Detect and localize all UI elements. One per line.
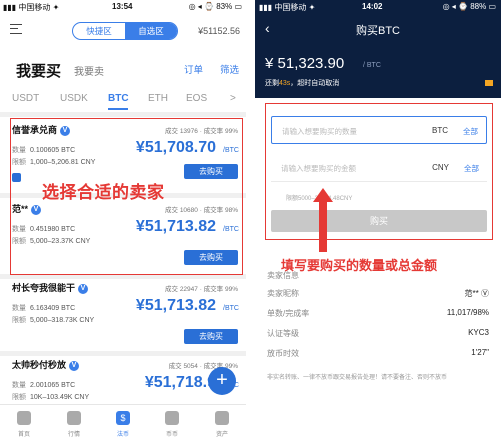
verified-icon: V [78, 283, 89, 294]
tab-eos[interactable]: EOS [186, 93, 207, 104]
tab-coin[interactable]: 币币 [152, 411, 192, 438]
annotation-text: 选择合适的卖家 [42, 183, 165, 202]
top-nav: 快捷区 自选区 ¥51152.56 [0, 18, 246, 44]
chart-icon [67, 411, 81, 425]
status-icons: ◎ ◂ ⌚ 83% ▭ [188, 2, 242, 11]
tab-market[interactable]: 行情 [54, 411, 94, 438]
clock: 13:54 [112, 2, 133, 11]
ticket-icon [485, 80, 493, 86]
wallet-icon [215, 411, 229, 425]
coin-tabs: USDT USDK BTC ETH EOS > [0, 92, 246, 110]
verified-icon: V [69, 360, 80, 371]
annotation-box [265, 103, 493, 240]
tab-self-select-zone[interactable]: 自选区 [125, 23, 177, 39]
carrier: ▮▮▮ 中国移动 ✦ [3, 3, 60, 12]
currency-icon: $ [116, 411, 130, 425]
tab-quick-zone[interactable]: 快捷区 [73, 23, 125, 39]
offer-limit: 限额 10K–103.49K CNY [12, 394, 90, 401]
offer-price: ¥51,713.82 [135, 297, 216, 314]
filter-link[interactable]: 筛选 [220, 62, 239, 76]
clock: 14:02 [362, 2, 383, 11]
detail-row: 卖家昵称 范** Ⓥ [267, 289, 489, 298]
detail-row: 单数/完成率 11,017/98% [267, 308, 489, 318]
tab-eth[interactable]: ETH [148, 93, 168, 104]
active-tab-underline [108, 108, 128, 110]
merchant-name[interactable]: 太帅秒付秒放 V [12, 358, 80, 371]
detail-row: 认证等级 KYC3 [267, 328, 489, 338]
tab-assets[interactable]: 资产 [202, 411, 242, 438]
status-icons: ◎ ◂ ⌚ 88% ▭ [442, 2, 496, 11]
offer-qty: 数量 2.001065 BTC [12, 382, 76, 389]
tab-btc[interactable]: BTC [108, 93, 129, 104]
home-icon [17, 411, 31, 425]
zone-switch[interactable]: 快捷区 自选区 [72, 22, 178, 40]
bottom-tabbar: 首页 行情 $ 法币 币币 资产 [0, 404, 246, 447]
chevron-right-icon[interactable]: > [230, 93, 236, 104]
add-icon[interactable]: + [208, 367, 236, 395]
price-unit: / BTC [363, 62, 381, 69]
countdown: 还剩43s，超时自动取消 [265, 80, 340, 87]
exchange-icon [165, 411, 179, 425]
unit-price: ¥ 51,323.90 [265, 55, 345, 72]
detail-row: 卖家信息 [267, 271, 299, 280]
tab-fiat[interactable]: $ 法币 [103, 411, 143, 438]
price-unit: /BTC [223, 305, 239, 312]
buy-button[interactable]: 去购买 [184, 164, 238, 179]
orders-link[interactable]: 订单 [184, 62, 203, 76]
annotation-arrow [313, 188, 333, 252]
merchant-name[interactable]: 村长夸我很能干 V [12, 281, 89, 294]
buy-button[interactable]: 去购买 [184, 329, 238, 344]
status-bar: ▮▮▮ 中国移动 ✦ 13:54 ◎ ◂ ⌚ 83% ▭ [0, 0, 246, 13]
header: ▮▮▮ 中国移动 ✦ 14:02 ◎ ◂ ⌚ 88% ▭ ‹ 购买BTC ¥ 5… [255, 0, 501, 98]
offer-qty: 数量 6.163409 BTC [12, 305, 76, 312]
carrier: ▮▮▮ 中国移动 ✦ [259, 3, 316, 12]
tab-home[interactable]: 首页 [4, 411, 44, 438]
trade-tabs: 我要买 我要卖 订单 筛选 [16, 58, 246, 80]
tab-usdk[interactable]: USDK [60, 93, 88, 104]
menu-icon[interactable] [10, 24, 22, 34]
merchant-stats: 成交 22947 · 成交率 99% [165, 286, 238, 293]
tab-sell[interactable]: 我要卖 [74, 63, 104, 78]
footnote: 非实名转账、一律不放币跟交易报告处理！请不要备注、否则不放币 [267, 375, 448, 381]
balance: ¥51152.56 [198, 26, 240, 36]
offer-price: ¥51,718.9 [144, 374, 216, 391]
right-screen: ▮▮▮ 中国移动 ✦ 14:02 ◎ ◂ ⌚ 88% ▭ ‹ 购买BTC ¥ 5… [255, 0, 501, 447]
offer-limit: 限额 5,000–318.73K CNY [12, 317, 95, 324]
detail-row: 放币时效 1'27" [267, 348, 489, 358]
page-title: 购买BTC [356, 25, 400, 37]
tab-buy[interactable]: 我要买 [16, 60, 61, 81]
tab-usdt[interactable]: USDT [12, 93, 39, 104]
left-screen: ▮▮▮ 中国移动 ✦ 13:54 ◎ ◂ ⌚ 83% ▭ 快捷区 自选区 ¥51… [0, 0, 246, 447]
